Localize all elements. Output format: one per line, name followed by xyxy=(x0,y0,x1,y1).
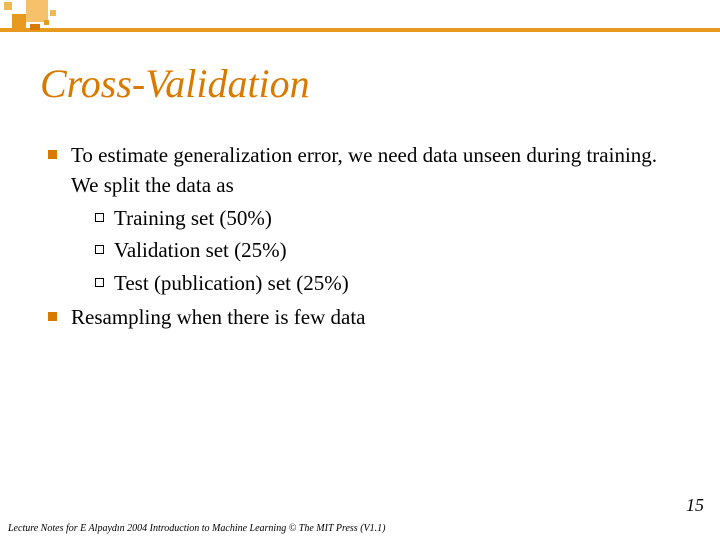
sub-bullet-item: Validation set (25%) xyxy=(95,235,688,265)
slide-title: Cross-Validation xyxy=(40,60,310,107)
sub-bullet-text: Test (publication) set (25%) xyxy=(114,268,349,298)
square-outline-icon xyxy=(95,245,104,254)
square-bullet-icon xyxy=(48,150,57,159)
square-outline-icon xyxy=(95,278,104,287)
slide-body: To estimate generalization error, we nee… xyxy=(48,140,688,335)
square-bullet-icon xyxy=(48,312,57,321)
footer-text: Lecture Notes for E Alpaydın 2004 Introd… xyxy=(8,523,385,534)
sub-bullet-item: Test (publication) set (25%) xyxy=(95,268,688,298)
square-outline-icon xyxy=(95,213,104,222)
bullet-text: Resampling when there is few data xyxy=(71,305,366,329)
sub-bullet-item: Training set (50%) xyxy=(95,203,688,233)
header-decoration xyxy=(0,0,720,40)
bullet-item: To estimate generalization error, we nee… xyxy=(48,140,688,298)
bullet-text: To estimate generalization error, we nee… xyxy=(71,143,657,197)
sub-bullet-text: Training set (50%) xyxy=(114,203,272,233)
sub-bullet-text: Validation set (25%) xyxy=(114,235,287,265)
bullet-item: Resampling when there is few data xyxy=(48,302,688,332)
page-number: 15 xyxy=(686,495,704,516)
